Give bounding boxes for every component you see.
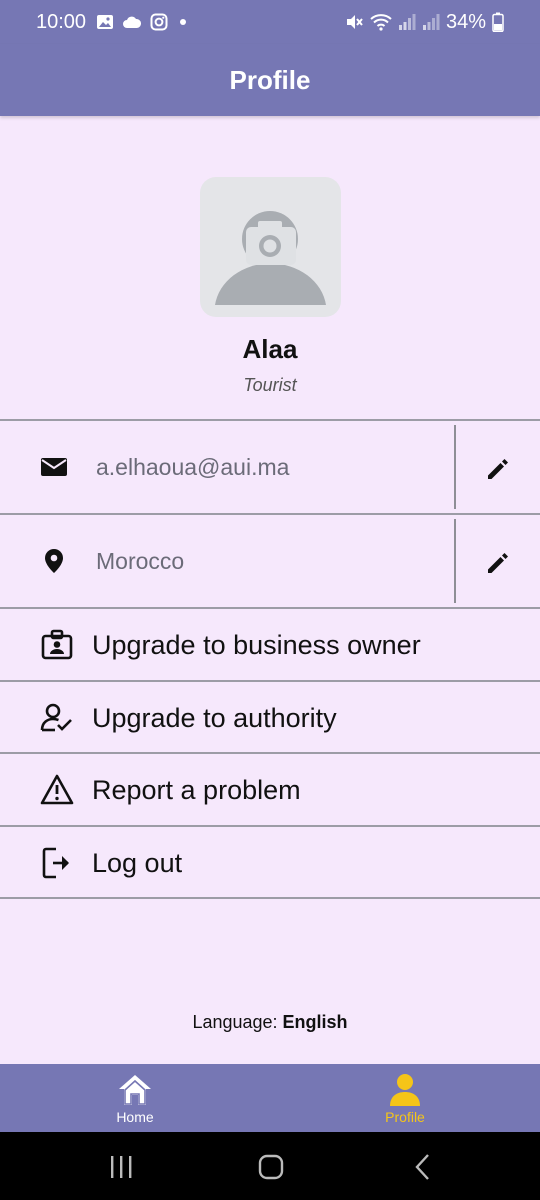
id-badge-icon <box>41 629 73 660</box>
system-nav-bar <box>0 1132 540 1200</box>
upgrade-business-button[interactable]: Upgrade to business owner <box>0 609 540 681</box>
language-label: Language: <box>192 1012 283 1032</box>
home-system-icon[interactable] <box>254 1150 288 1184</box>
avatar[interactable] <box>200 177 341 317</box>
user-check-icon <box>40 703 72 732</box>
profile-role: Tourist <box>243 375 297 395</box>
upgrade-authority-button[interactable]: Upgrade to authority <box>0 682 540 754</box>
location-field: Morocco <box>96 547 185 574</box>
camera-icon <box>246 221 296 265</box>
wifi-icon <box>370 14 392 31</box>
logout-icon <box>42 847 69 879</box>
report-problem-button[interactable]: Report a problem <box>0 754 540 826</box>
home-icon <box>119 1075 151 1105</box>
status-time: 10:00 <box>36 10 87 33</box>
mute-icon <box>346 15 363 29</box>
field-divider <box>454 425 456 509</box>
battery-percent: 34% <box>445 10 486 33</box>
nav-home-label: Home <box>116 1109 154 1125</box>
bottom-nav: Home Profile <box>0 1064 540 1132</box>
back-icon[interactable] <box>406 1150 440 1184</box>
status-right-icons: 34% <box>344 11 504 34</box>
recent-apps-icon[interactable] <box>104 1150 138 1184</box>
profile-name: Alaa <box>242 334 298 364</box>
language-selector[interactable]: Language: English <box>0 1012 540 1033</box>
nav-profile[interactable]: Profile <box>270 1064 540 1132</box>
upgrade-authority-label: Upgrade to authority <box>92 702 337 733</box>
mail-icon <box>41 458 67 476</box>
signal-icon <box>422 14 440 30</box>
location-row: Morocco <box>0 515 540 607</box>
avatar-placeholder <box>215 211 326 305</box>
pencil-icon <box>488 553 508 573</box>
edit-email-button[interactable] <box>482 453 514 485</box>
signal-icon <box>398 14 416 30</box>
edit-location-button[interactable] <box>482 547 514 579</box>
image-icon <box>97 15 114 29</box>
logout-label: Log out <box>92 847 183 878</box>
nav-profile-label: Profile <box>385 1109 425 1125</box>
page-title: Profile <box>229 64 311 95</box>
warning-icon <box>40 774 74 805</box>
divider <box>0 897 540 899</box>
dot-icon <box>180 19 187 25</box>
upgrade-business-label: Upgrade to business owner <box>92 629 421 660</box>
status-bar: 10:00 34% <box>0 0 540 44</box>
app-bar: Profile <box>0 44 540 116</box>
language-value: English <box>282 1012 348 1032</box>
pencil-icon <box>488 459 508 479</box>
status-left-icons <box>96 13 190 31</box>
cloud-icon <box>123 16 142 28</box>
nav-home[interactable]: Home <box>0 1064 270 1132</box>
logout-button[interactable]: Log out <box>0 827 540 899</box>
email-row: a.elhaoua@aui.ma <box>0 421 540 513</box>
battery-icon <box>492 12 504 32</box>
field-divider <box>454 519 456 603</box>
email-field: a.elhaoua@aui.ma <box>96 453 290 480</box>
report-problem-label: Report a problem <box>92 774 301 805</box>
instagram-icon <box>150 13 168 31</box>
location-pin-icon <box>45 549 63 573</box>
person-icon <box>390 1074 420 1106</box>
